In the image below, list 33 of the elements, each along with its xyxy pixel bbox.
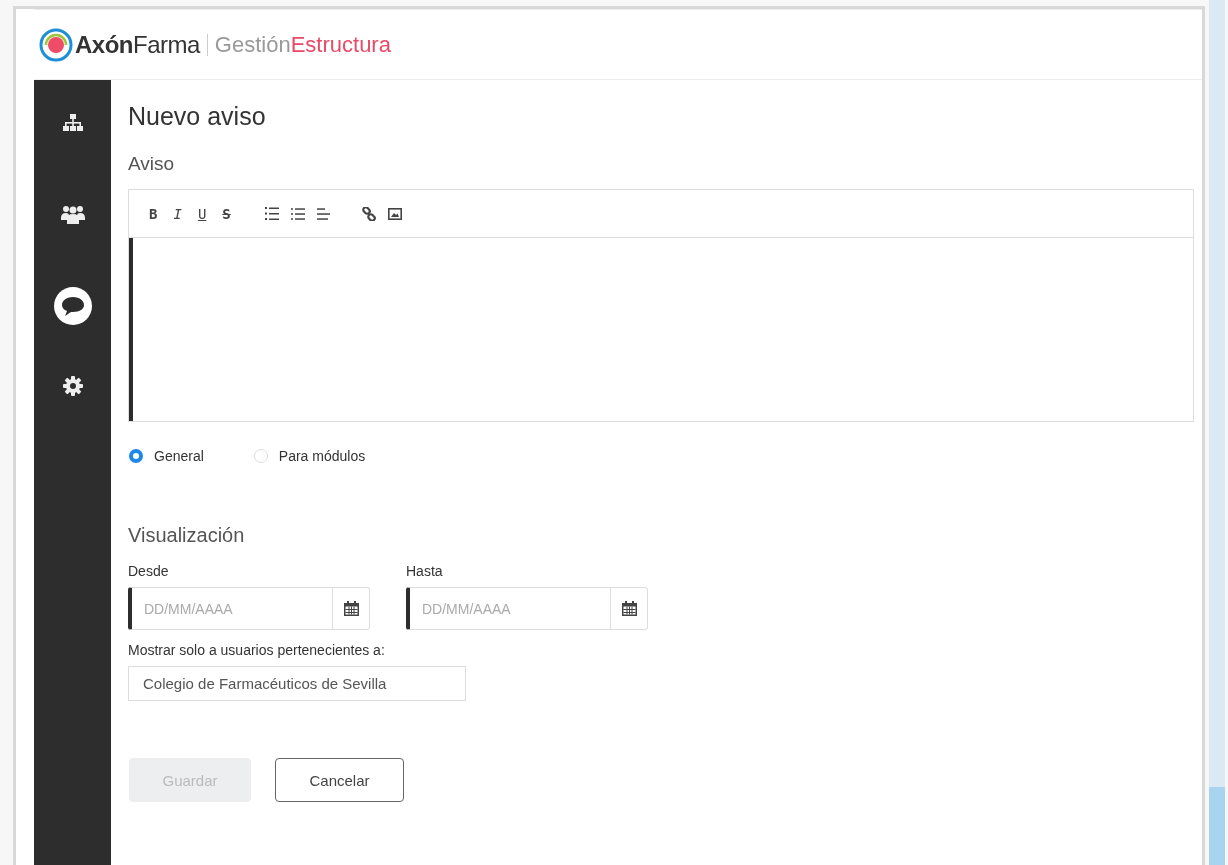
users-icon[interactable] — [60, 204, 85, 224]
align-left-icon[interactable] — [316, 207, 330, 220]
calendar-icon[interactable] — [343, 601, 359, 616]
section-title: Visualización — [128, 524, 245, 547]
field-label: Mostrar solo a usuarios pertenecientes a: — [128, 642, 385, 658]
product-name: Gestión — [214, 31, 291, 58]
field-label: Hasta — [406, 563, 444, 579]
settings-icon[interactable] — [62, 376, 83, 396]
radio-label[interactable]: Para módulos — [278, 448, 366, 464]
underline-button[interactable]: U — [195, 205, 209, 222]
ordered-list-icon[interactable] — [264, 207, 279, 220]
brand-name: AxónFarma — [75, 30, 200, 59]
cancel-button[interactable]: Cancelar — [275, 758, 404, 802]
text-editor[interactable]: B I U S — [128, 189, 1194, 422]
radio-label[interactable]: General — [154, 448, 204, 464]
section-title: Aviso — [128, 153, 175, 175]
bold-button[interactable]: B — [147, 205, 160, 222]
radio-button[interactable] — [129, 449, 143, 463]
logo-icon — [39, 27, 73, 62]
strike-button[interactable]: S — [220, 205, 233, 222]
chat-icon[interactable] — [52, 286, 93, 326]
link-icon[interactable] — [361, 206, 376, 221]
input-field[interactable]: Colegio de Farmacéuticos de Sevilla — [128, 666, 466, 701]
image-icon[interactable] — [387, 207, 402, 220]
bullet-list-icon[interactable] — [290, 207, 305, 220]
product-name-accent: Estructura — [290, 31, 391, 58]
hierarchy-icon[interactable] — [62, 114, 83, 132]
field-label: Desde — [128, 563, 170, 579]
calendar-icon[interactable] — [621, 601, 637, 616]
date-picker[interactable]: DD/MM/AAAA — [406, 587, 648, 630]
date-picker[interactable]: DD/MM/AAAA — [128, 587, 370, 630]
italic-button[interactable]: I — [171, 205, 184, 222]
page-title: Nuevo aviso — [128, 102, 266, 131]
